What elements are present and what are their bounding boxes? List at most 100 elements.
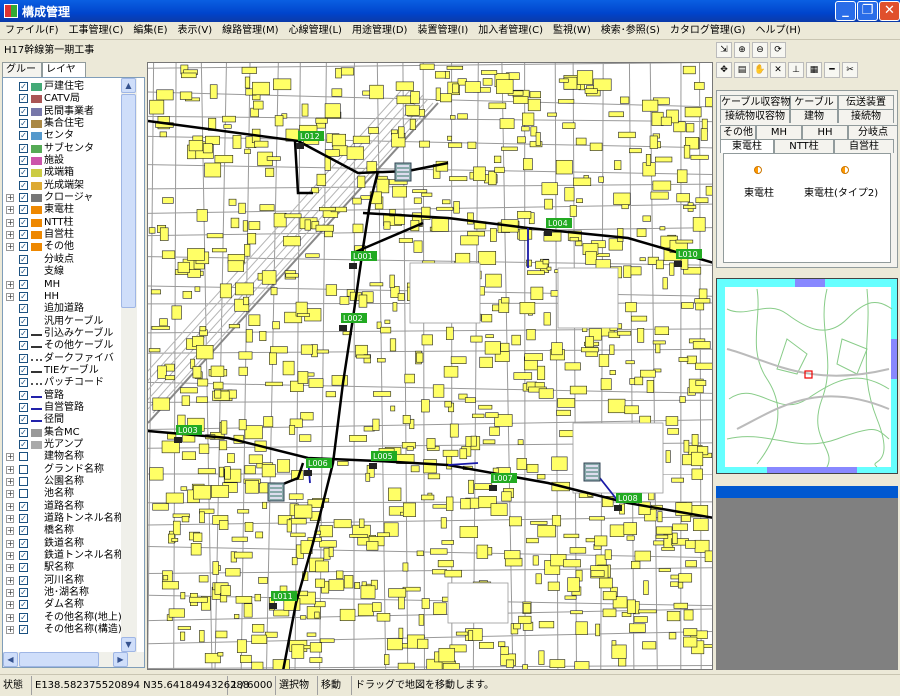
layer-checkbox[interactable]: ✓: [19, 390, 28, 400]
zoom-in-icon[interactable]: ⊕: [734, 42, 750, 58]
map-node-label[interactable]: L003: [178, 426, 198, 435]
tree-item[interactable]: ✓ 戸建住宅: [3, 81, 121, 93]
tree-item[interactable]: ✓ TIEケーブル: [3, 365, 121, 377]
layer-checkbox[interactable]: ✓: [19, 551, 28, 561]
expand-icon[interactable]: +: [6, 564, 14, 573]
tree-item[interactable]: ✓ 管路: [3, 390, 121, 402]
map-node-label[interactable]: L001: [353, 252, 373, 261]
layer-tab[interactable]: 接続物収容物: [720, 109, 790, 123]
layer-checkbox[interactable]: ✓: [19, 168, 28, 178]
zoom-out-icon[interactable]: ⊖: [752, 42, 768, 58]
layer-checkbox[interactable]: ✓: [19, 254, 28, 264]
tree-item[interactable]: ✓ 光アンプ: [3, 439, 121, 451]
expand-icon[interactable]: +: [6, 589, 14, 598]
expand-icon[interactable]: +: [6, 613, 14, 622]
layer-checkbox[interactable]: ✓: [19, 143, 28, 153]
overview-map[interactable]: [716, 278, 898, 474]
disconnect-icon[interactable]: ✂: [842, 62, 858, 78]
menu-item[interactable]: 装置管理(I): [412, 22, 473, 40]
menu-item[interactable]: 線路管理(M): [217, 22, 283, 40]
menu-item[interactable]: 工事管理(C): [64, 22, 129, 40]
minimize-button[interactable]: _: [835, 1, 856, 21]
menu-item[interactable]: 加入者管理(C): [473, 22, 548, 40]
zoom-fit-icon[interactable]: ⇲: [716, 42, 732, 58]
layer-checkbox[interactable]: ✓: [19, 205, 28, 215]
tree-item[interactable]: ✓ 民間事業者: [3, 106, 121, 118]
tree-item[interactable]: ✓ センタ: [3, 130, 121, 142]
expand-icon[interactable]: +: [6, 576, 14, 585]
close-button[interactable]: ✕: [879, 1, 900, 21]
expand-icon[interactable]: +: [6, 490, 14, 499]
expand-icon[interactable]: +: [6, 601, 14, 610]
expand-icon[interactable]: +: [6, 502, 14, 511]
map-node-label[interactable]: L007: [493, 474, 513, 483]
map-node-label[interactable]: L012: [300, 132, 320, 141]
tree-item[interactable]: ✓ 光成端架: [3, 180, 121, 192]
layer-checkbox[interactable]: ✓: [19, 119, 28, 129]
layer-item-tepco[interactable]: 東電柱: [744, 184, 774, 199]
map-node-label[interactable]: L004: [548, 219, 568, 228]
tree-item[interactable]: + ✓ 鉄道トンネル名称: [3, 550, 124, 562]
delete-icon[interactable]: ✕: [770, 62, 786, 78]
layer-checkbox[interactable]: ✓: [19, 514, 28, 524]
map-canvas[interactable]: L012 L001 L004 L010 L002 L003 L006 L005 L007 L008…: [147, 62, 713, 670]
tree-item[interactable]: + ✓ HH: [3, 291, 121, 303]
expand-icon[interactable]: +: [6, 218, 14, 227]
tree-item[interactable]: + ✓ その他名称(構造): [3, 624, 122, 636]
tree-item[interactable]: ✓ 汎用ケーブル: [3, 316, 121, 328]
expand-icon[interactable]: +: [6, 243, 14, 252]
layer-checkbox[interactable]: ✓: [19, 242, 28, 252]
tree-item[interactable]: + ✓ その他: [3, 241, 121, 253]
tree-item[interactable]: + ✓ 河川名称: [3, 575, 121, 587]
layer-checkbox[interactable]: ✓: [19, 402, 28, 412]
link-icon[interactable]: ━: [824, 62, 840, 78]
tree-item[interactable]: + ✓ ダム名称: [3, 599, 121, 611]
station-icon[interactable]: [394, 162, 412, 182]
tree-item[interactable]: ✓ 集合住宅: [3, 118, 121, 130]
layer-checkbox[interactable]: [19, 452, 28, 462]
layer-tab[interactable]: 自営柱: [834, 139, 894, 153]
layer-tab[interactable]: 東電柱: [720, 139, 774, 153]
layer-checkbox[interactable]: ✓: [19, 353, 28, 363]
layer-checkbox[interactable]: ✓: [19, 304, 28, 314]
layer-checkbox[interactable]: ✓: [19, 538, 28, 548]
menu-item[interactable]: 検索･参照(S): [596, 22, 665, 40]
refresh-icon[interactable]: ⟳: [770, 42, 786, 58]
layer-checkbox[interactable]: ✓: [19, 526, 28, 536]
tree-horizontal-scrollbar[interactable]: ◀ ▶: [3, 652, 144, 667]
layer-tab[interactable]: 分岐点: [848, 125, 898, 139]
expand-icon[interactable]: +: [6, 626, 14, 635]
map-node-label[interactable]: L008: [618, 494, 638, 503]
menu-item[interactable]: 編集(E): [128, 22, 172, 40]
tree-item[interactable]: + 建物名称: [3, 451, 121, 463]
layer-checkbox[interactable]: ✓: [19, 267, 28, 277]
layer-tab[interactable]: ケーブル: [790, 95, 838, 109]
layer-checkbox[interactable]: ✓: [19, 82, 28, 91]
menu-item[interactable]: 用途管理(D): [347, 22, 413, 40]
tree-item[interactable]: ✓ 集合MC: [3, 427, 121, 439]
expand-icon[interactable]: +: [6, 478, 14, 486]
layer-tab[interactable]: MH: [756, 125, 802, 139]
tree-item[interactable]: + ✓ 駅名称: [3, 562, 121, 574]
tree-item[interactable]: ✓ ダークファイバ: [3, 353, 121, 365]
layer-checkbox[interactable]: ✓: [19, 279, 28, 289]
layer-tab[interactable]: 建物: [790, 109, 838, 123]
menu-item[interactable]: カタログ管理(G): [665, 22, 751, 40]
layer-checkbox[interactable]: ✓: [19, 575, 28, 585]
tree-item[interactable]: ✓ 自営管路: [3, 402, 121, 414]
layer-tab[interactable]: NTT柱: [774, 139, 834, 153]
tree-item[interactable]: + ✓ その他名称(地上): [3, 612, 122, 624]
tree-item[interactable]: + ✓ クロージャ: [3, 192, 121, 204]
measure-icon[interactable]: ⊥: [788, 62, 804, 78]
tree-item[interactable]: + ✓ MH: [3, 279, 121, 291]
maximize-button[interactable]: ❐: [857, 1, 878, 21]
layer-item-tepco-type2[interactable]: 東電柱(タイプ2): [804, 184, 878, 199]
layer-checkbox[interactable]: [19, 489, 28, 499]
layer-checkbox[interactable]: ✓: [19, 439, 28, 449]
scroll-thumb[interactable]: [121, 94, 136, 308]
scroll-left-icon[interactable]: ◀: [3, 652, 18, 667]
layer-checkbox[interactable]: [19, 464, 28, 474]
layer-checkbox[interactable]: ✓: [19, 563, 28, 573]
tree-item[interactable]: + ✓ 橋名称: [3, 525, 121, 537]
tree-item[interactable]: + ✓ 池･湖名称: [3, 587, 121, 599]
